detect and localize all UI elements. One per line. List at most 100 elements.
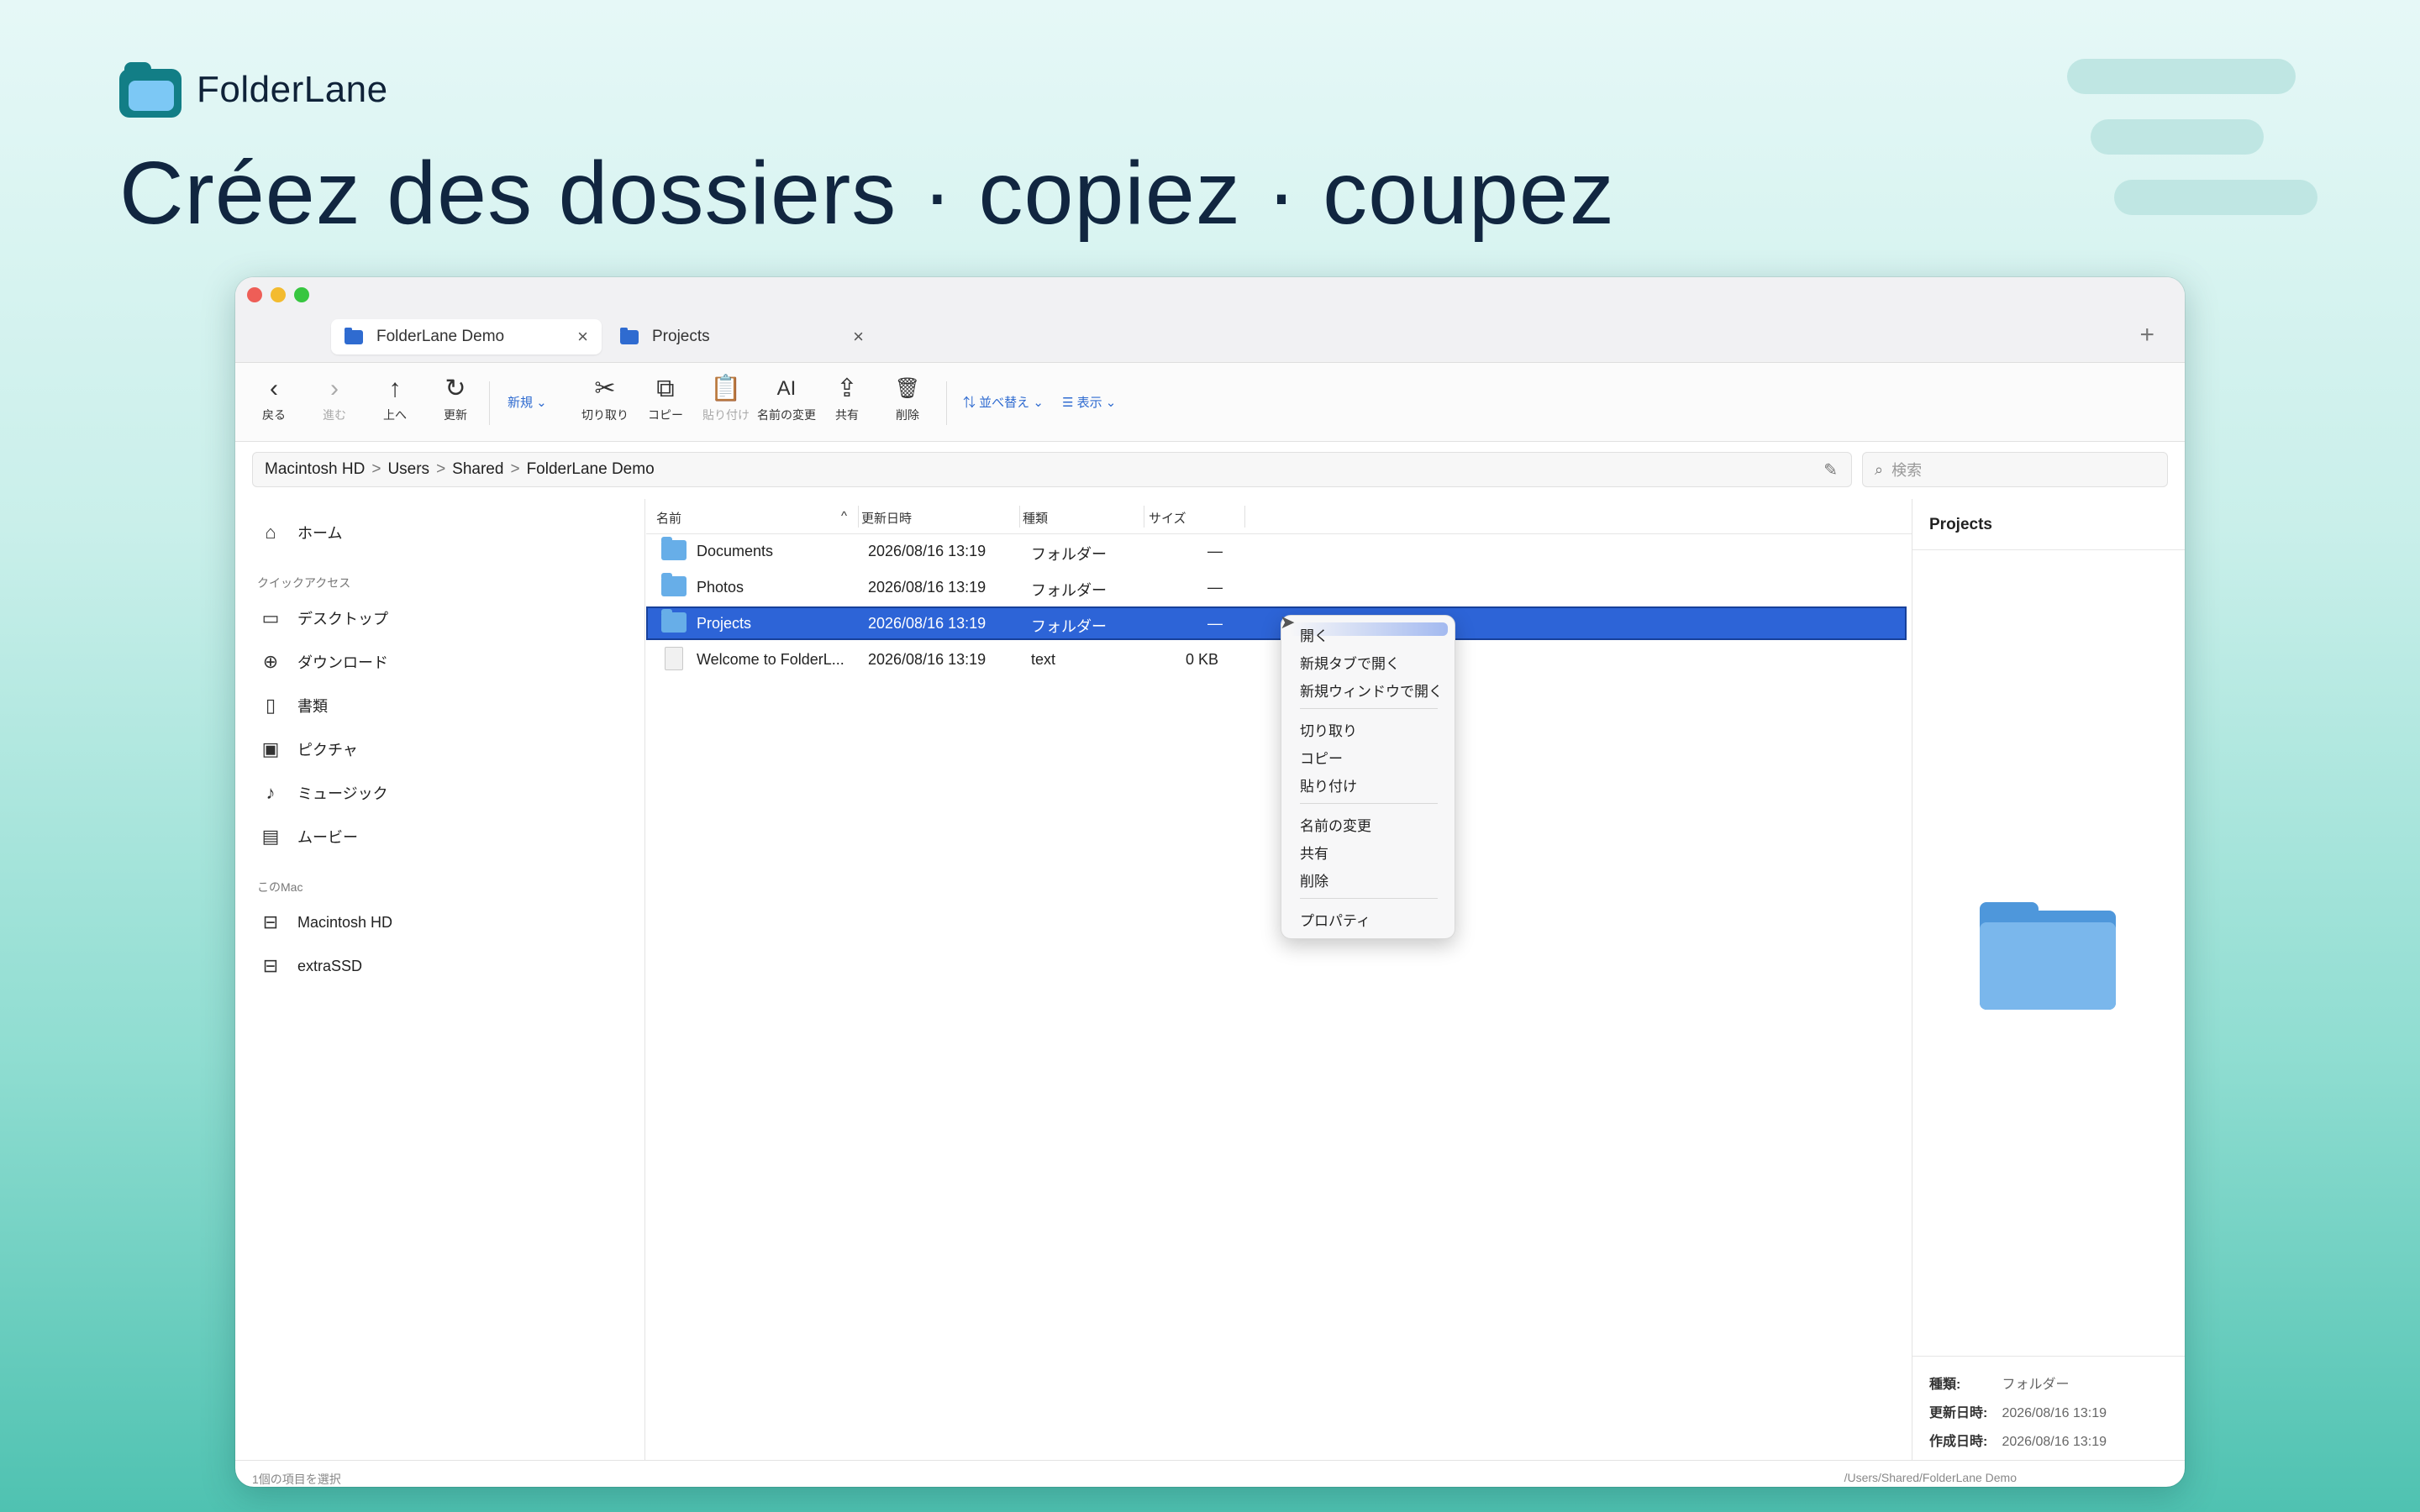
menu-item-open[interactable]: 開く — [1300, 624, 1328, 645]
share-icon: ⇪ — [836, 375, 858, 402]
trash-icon: 🗑 — [894, 377, 921, 400]
file-modified: 2026/08/16 13:19 — [868, 543, 986, 559]
sidebar-item-documents[interactable]: ▯ 書類 — [259, 690, 328, 721]
tab-label: FolderLane Demo — [376, 328, 505, 345]
sidebar-item-extrassd[interactable]: ⊟ extraSSD — [259, 951, 362, 981]
close-tab-icon[interactable]: × — [577, 326, 588, 348]
large-folder-icon — [1980, 902, 2116, 1010]
new-dropdown-button[interactable]: 新規 ⌄ — [508, 393, 547, 411]
download-icon: ⊕ — [262, 651, 279, 672]
meta-created: 作成日時: 2026/08/16 13:19 — [1929, 1435, 2107, 1449]
path-bar[interactable]: Macintosh HD > Users > Shared > FolderLa… — [252, 452, 1852, 487]
tab-projects[interactable]: Projects × — [607, 319, 877, 354]
view-dropdown-button[interactable]: ☰ 表示 ⌄ — [1062, 393, 1116, 411]
toolbar: ‹ 戻る › 進む ↑ 上へ ↻ 更新 新規 ⌄ ✂ 切り取り ⧉ コピー 📋 … — [235, 363, 2185, 442]
search-placeholder: 検索 — [1891, 462, 1923, 479]
up-button[interactable]: ↑ 上へ — [365, 373, 425, 423]
table-row-selected[interactable]: Projects 2026/08/16 13:19 フォルダー — — [646, 606, 1907, 640]
breadcrumb-item[interactable]: Shared — [452, 460, 503, 479]
copy-icon: ⧉ — [656, 375, 675, 402]
column-header-row: 名前 ^ 更新日時 種類 サイズ — [646, 499, 1912, 534]
file-kind: フォルダー — [1031, 546, 1107, 563]
close-tab-icon[interactable]: × — [853, 326, 864, 348]
menu-item-open-new-tab[interactable]: 新規タブで開く — [1300, 652, 1400, 673]
zoom-window-button[interactable] — [294, 287, 309, 302]
rename-button[interactable]: AI 名前の変更 — [756, 373, 817, 423]
column-divider — [1019, 506, 1020, 528]
menu-item-rename[interactable]: 名前の変更 — [1300, 814, 1371, 835]
column-header-modified[interactable]: 更新日時 — [861, 509, 912, 527]
document-icon: ▯ — [265, 695, 276, 716]
status-bar: 1個の項目を選択 /Users/Shared/FolderLane Demo — [235, 1460, 2185, 1487]
table-row[interactable]: Photos 2026/08/16 13:19 フォルダー — — [646, 570, 1907, 604]
delete-button[interactable]: 🗑 削除 — [877, 373, 938, 423]
menu-item-copy[interactable]: コピー — [1300, 747, 1343, 768]
inspector-title: Projects — [1929, 516, 1992, 533]
breadcrumb-separator: > — [510, 460, 520, 478]
column-header-name[interactable]: 名前 — [656, 509, 681, 527]
tab-folderlane-demo[interactable]: FolderLane Demo × — [331, 319, 602, 354]
file-name: Projects — [697, 615, 752, 632]
table-row[interactable]: Welcome to FolderL... 2026/08/16 13:19 t… — [646, 643, 1907, 676]
menu-item-cut[interactable]: 切り取り — [1300, 719, 1357, 740]
copy-button[interactable]: ⧉ コピー — [635, 373, 696, 423]
toolbar-divider — [489, 381, 490, 425]
menu-item-share[interactable]: 共有 — [1300, 842, 1328, 863]
menu-item-open-new-window[interactable]: 新規ウィンドウで開く — [1300, 680, 1443, 701]
column-header-size[interactable]: サイズ — [1149, 509, 1186, 527]
back-button[interactable]: ‹ 戻る — [244, 373, 304, 423]
sidebar-item-music[interactable]: ♪ ミュージック — [259, 778, 388, 808]
edit-path-icon[interactable]: ✎ — [1823, 459, 1838, 480]
column-header-kind[interactable]: 種類 — [1023, 509, 1048, 527]
column-divider — [858, 506, 859, 528]
breadcrumb-item[interactable]: Macintosh HD — [265, 460, 365, 479]
sort-dropdown-button[interactable]: ⇅ 並べ替え ⌄ — [963, 393, 1044, 411]
tab-label: Projects — [652, 328, 710, 345]
file-kind: フォルダー — [1031, 582, 1107, 599]
folder-icon — [345, 327, 363, 344]
breadcrumb-item[interactable]: FolderLane Demo — [527, 460, 655, 479]
folder-icon — [661, 573, 687, 596]
drive-icon: ⊟ — [262, 955, 279, 976]
file-kind: text — [1031, 651, 1056, 668]
inspector-panel: Projects 種類: フォルダー 更新日時: 2026/08/16 13:1… — [1912, 499, 2185, 1460]
sidebar-item-downloads[interactable]: ⊕ ダウンロード — [259, 647, 388, 677]
mouse-cursor-icon: ➤ — [1280, 612, 1296, 633]
context-menu: 開く 新規タブで開く 新規ウィンドウで開く 切り取り コピー 貼り付け 名前の変… — [1281, 615, 1455, 939]
breadcrumb-item[interactable]: Users — [387, 460, 429, 479]
menu-item-delete[interactable]: 削除 — [1300, 869, 1328, 890]
file-modified: 2026/08/16 13:19 — [868, 615, 986, 632]
film-icon: ▤ — [261, 826, 280, 847]
table-row[interactable]: Documents 2026/08/16 13:19 フォルダー — — [646, 534, 1907, 568]
brand-name: FolderLane — [197, 69, 388, 110]
sidebar-section-header: クイックアクセス — [257, 576, 351, 590]
search-input[interactable]: ⌕ 検索 — [1862, 452, 2168, 487]
paste-button[interactable]: 📋 貼り付け — [696, 373, 756, 423]
cut-button[interactable]: ✂ 切り取り — [575, 373, 635, 423]
share-button[interactable]: ⇪ 共有 — [817, 373, 877, 423]
minimize-window-button[interactable] — [271, 287, 286, 302]
decoration-bar — [2091, 119, 2264, 155]
menu-item-properties[interactable]: プロパティ — [1300, 909, 1370, 930]
file-modified: 2026/08/16 13:19 — [868, 579, 986, 596]
folder-icon — [661, 537, 687, 560]
forward-button[interactable]: › 進む — [304, 373, 365, 423]
sidebar-item-home[interactable]: ⌂ ホーム — [259, 517, 342, 548]
file-size: 0 KB — [1186, 651, 1219, 668]
sidebar-item-pictures[interactable]: ▣ ピクチャ — [259, 734, 358, 764]
sidebar-item-macintosh-hd[interactable]: ⊟ Macintosh HD — [259, 907, 392, 937]
divider — [1912, 1356, 2185, 1357]
sidebar-item-desktop[interactable]: ▭ デスクトップ — [259, 603, 388, 633]
file-name: Photos — [697, 579, 744, 596]
refresh-button[interactable]: ↻ 更新 — [425, 373, 486, 423]
drive-icon: ⊟ — [262, 911, 279, 932]
new-tab-icon[interactable]: + — [2139, 321, 2154, 349]
text-file-icon — [665, 647, 683, 670]
close-window-button[interactable] — [247, 287, 262, 302]
file-modified: 2026/08/16 13:19 — [868, 651, 986, 668]
sidebar-item-movies[interactable]: ▤ ムービー — [259, 822, 358, 852]
menu-item-paste[interactable]: 貼り付け — [1300, 774, 1357, 795]
divider — [1912, 549, 2185, 550]
column-divider — [1244, 506, 1245, 528]
sort-ascending-icon: ^ — [841, 509, 848, 523]
